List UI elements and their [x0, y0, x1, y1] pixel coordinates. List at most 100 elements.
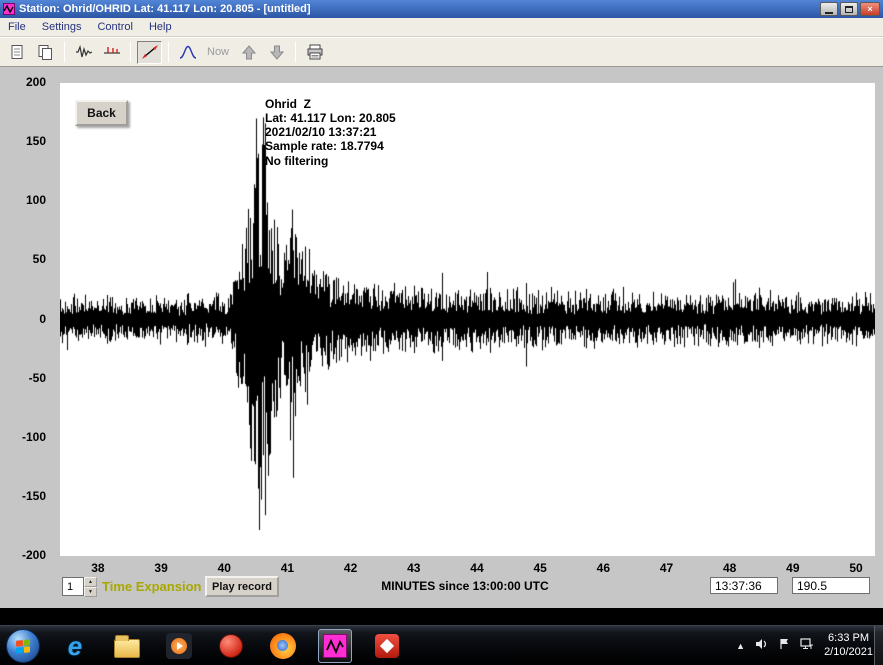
spinner-arrows: ▲ ▼ — [84, 577, 97, 596]
menu-control[interactable]: Control — [89, 18, 140, 36]
taskbar-item-browser[interactable]: e — [58, 629, 92, 663]
trace-info-samplerate: Sample rate: 18.7794 — [265, 139, 396, 153]
window-controls: × — [820, 2, 880, 16]
minimize-icon — [825, 12, 833, 14]
plot-area[interactable]: Ohrid Z Lat: 41.117 Lon: 20.805 2021/02/… — [60, 83, 875, 556]
spinner-down-button[interactable]: ▼ — [84, 587, 97, 597]
helicorder-view-button[interactable] — [71, 41, 96, 64]
red-app-icon — [375, 634, 399, 658]
printer-icon — [306, 44, 324, 60]
spinner-up-button[interactable]: ▲ — [84, 577, 97, 587]
network-icon[interactable] — [800, 637, 814, 655]
y-tick-label: -150 — [22, 489, 46, 503]
y-axis-ticks: 200150100500-50-100-150-200 — [0, 67, 54, 608]
action-center-flag-icon[interactable] — [779, 637, 790, 655]
seismogram-canvas[interactable] — [60, 83, 875, 556]
page-icon — [9, 44, 26, 61]
play-record-button[interactable]: Play record — [205, 576, 279, 597]
extract-trace-button[interactable] — [137, 41, 162, 64]
taskbar-item-explorer[interactable] — [110, 629, 144, 663]
y-tick-label: 50 — [33, 252, 46, 266]
x-tick-label: 47 — [660, 561, 673, 575]
windows-flag-icon — [16, 639, 30, 653]
maximize-button[interactable] — [840, 2, 858, 16]
show-desktop-button[interactable] — [874, 626, 883, 665]
menu-help[interactable]: Help — [141, 18, 180, 36]
toolbar: Now — [0, 37, 883, 67]
x-tick-label: 49 — [786, 561, 799, 575]
back-button[interactable]: Back — [75, 100, 128, 126]
x-tick-label: 38 — [91, 561, 104, 575]
trace-info-datetime: 2021/02/10 13:37:21 — [265, 125, 396, 139]
taskbar-clock[interactable]: 6:33 PM 2/10/2021 — [824, 632, 873, 660]
x-tick-label: 39 — [154, 561, 167, 575]
time-expansion-spinner: 1 ▲ ▼ — [62, 577, 97, 596]
menu-file[interactable]: File — [0, 18, 34, 36]
waveform-icon — [75, 44, 93, 60]
save-view-button[interactable] — [5, 41, 30, 64]
y-tick-label: -100 — [22, 430, 46, 444]
taskbar-item-red-app[interactable] — [370, 629, 404, 663]
x-axis-ticks: 38394041424344454647484950 — [0, 561, 883, 577]
x-tick-label: 48 — [723, 561, 736, 575]
taskbar-item-recorder[interactable] — [214, 629, 248, 663]
system-tray: ▲ 6:33 PM 2/10/2021 — [736, 626, 873, 665]
clock-date: 2/10/2021 — [824, 646, 873, 660]
close-button[interactable]: × — [860, 2, 880, 16]
cursor-amplitude-field[interactable]: 190.5 — [792, 577, 870, 594]
tray-expand-icon[interactable]: ▲ — [736, 641, 745, 651]
x-tick-label: 46 — [597, 561, 610, 575]
maximize-icon — [845, 6, 853, 13]
spinner-value[interactable]: 1 — [62, 577, 84, 596]
app-window: Station: Ohrid/OHRID Lat: 41.117 Lon: 20… — [0, 0, 883, 608]
gauss-curve-icon — [179, 44, 197, 60]
x-tick-label: 42 — [344, 561, 357, 575]
toolbar-separator — [295, 42, 296, 62]
folder-icon — [114, 639, 140, 658]
filter-button[interactable] — [175, 41, 200, 64]
time-expansion-label: Time Expansion — [102, 579, 201, 594]
taskbar: e ▲ 6:33 PM 2 — [0, 625, 883, 665]
print-button[interactable] — [302, 41, 327, 64]
x-tick-label: 44 — [470, 561, 483, 575]
taskbar-item-media-player[interactable] — [162, 629, 196, 663]
picks-view-button[interactable] — [99, 41, 124, 64]
copy-icon — [37, 44, 54, 61]
menu-settings[interactable]: Settings — [34, 18, 90, 36]
volume-icon[interactable] — [755, 637, 769, 655]
picks-icon — [103, 44, 121, 60]
taskbar-item-firefox[interactable] — [266, 629, 300, 663]
arrow-up-icon — [242, 45, 256, 60]
taskbar-icons: e — [6, 626, 404, 665]
x-tick-label: 50 — [849, 561, 862, 575]
minimize-button[interactable] — [820, 2, 838, 16]
toolbar-separator — [130, 42, 131, 62]
start-button[interactable] — [6, 629, 40, 663]
toolbar-separator — [168, 42, 169, 62]
cursor-time-field[interactable]: 13:37:36 — [710, 577, 778, 594]
scroll-down-button[interactable] — [264, 41, 289, 64]
trace-info-filter: No filtering — [265, 154, 396, 168]
x-tick-label: 41 — [281, 561, 294, 575]
y-tick-label: -50 — [29, 371, 46, 385]
y-tick-label: 150 — [26, 134, 46, 148]
copy-view-button[interactable] — [33, 41, 58, 64]
media-player-icon — [166, 633, 192, 659]
menu-bar: File Settings Control Help — [0, 18, 883, 37]
now-button[interactable]: Now — [203, 46, 233, 58]
x-tick-label: 40 — [218, 561, 231, 575]
extract-icon — [141, 44, 159, 60]
y-tick-label: 0 — [39, 312, 46, 326]
trace-info-station: Ohrid Z — [265, 97, 396, 111]
internet-explorer-icon: e — [68, 633, 82, 659]
title-bar[interactable]: Station: Ohrid/OHRID Lat: 41.117 Lon: 20… — [0, 0, 883, 18]
arrow-down-icon — [270, 45, 284, 60]
window-title: Station: Ohrid/OHRID Lat: 41.117 Lon: 20… — [19, 3, 816, 15]
y-tick-label: -200 — [22, 548, 46, 562]
taskbar-item-seismograph-active[interactable] — [318, 629, 352, 663]
scroll-up-button[interactable] — [236, 41, 261, 64]
chart-area: Ohrid Z Lat: 41.117 Lon: 20.805 2021/02/… — [0, 67, 883, 608]
x-tick-label: 45 — [533, 561, 546, 575]
x-axis-title: MINUTES since 13:00:00 UTC — [330, 579, 600, 593]
record-icon — [219, 634, 243, 658]
